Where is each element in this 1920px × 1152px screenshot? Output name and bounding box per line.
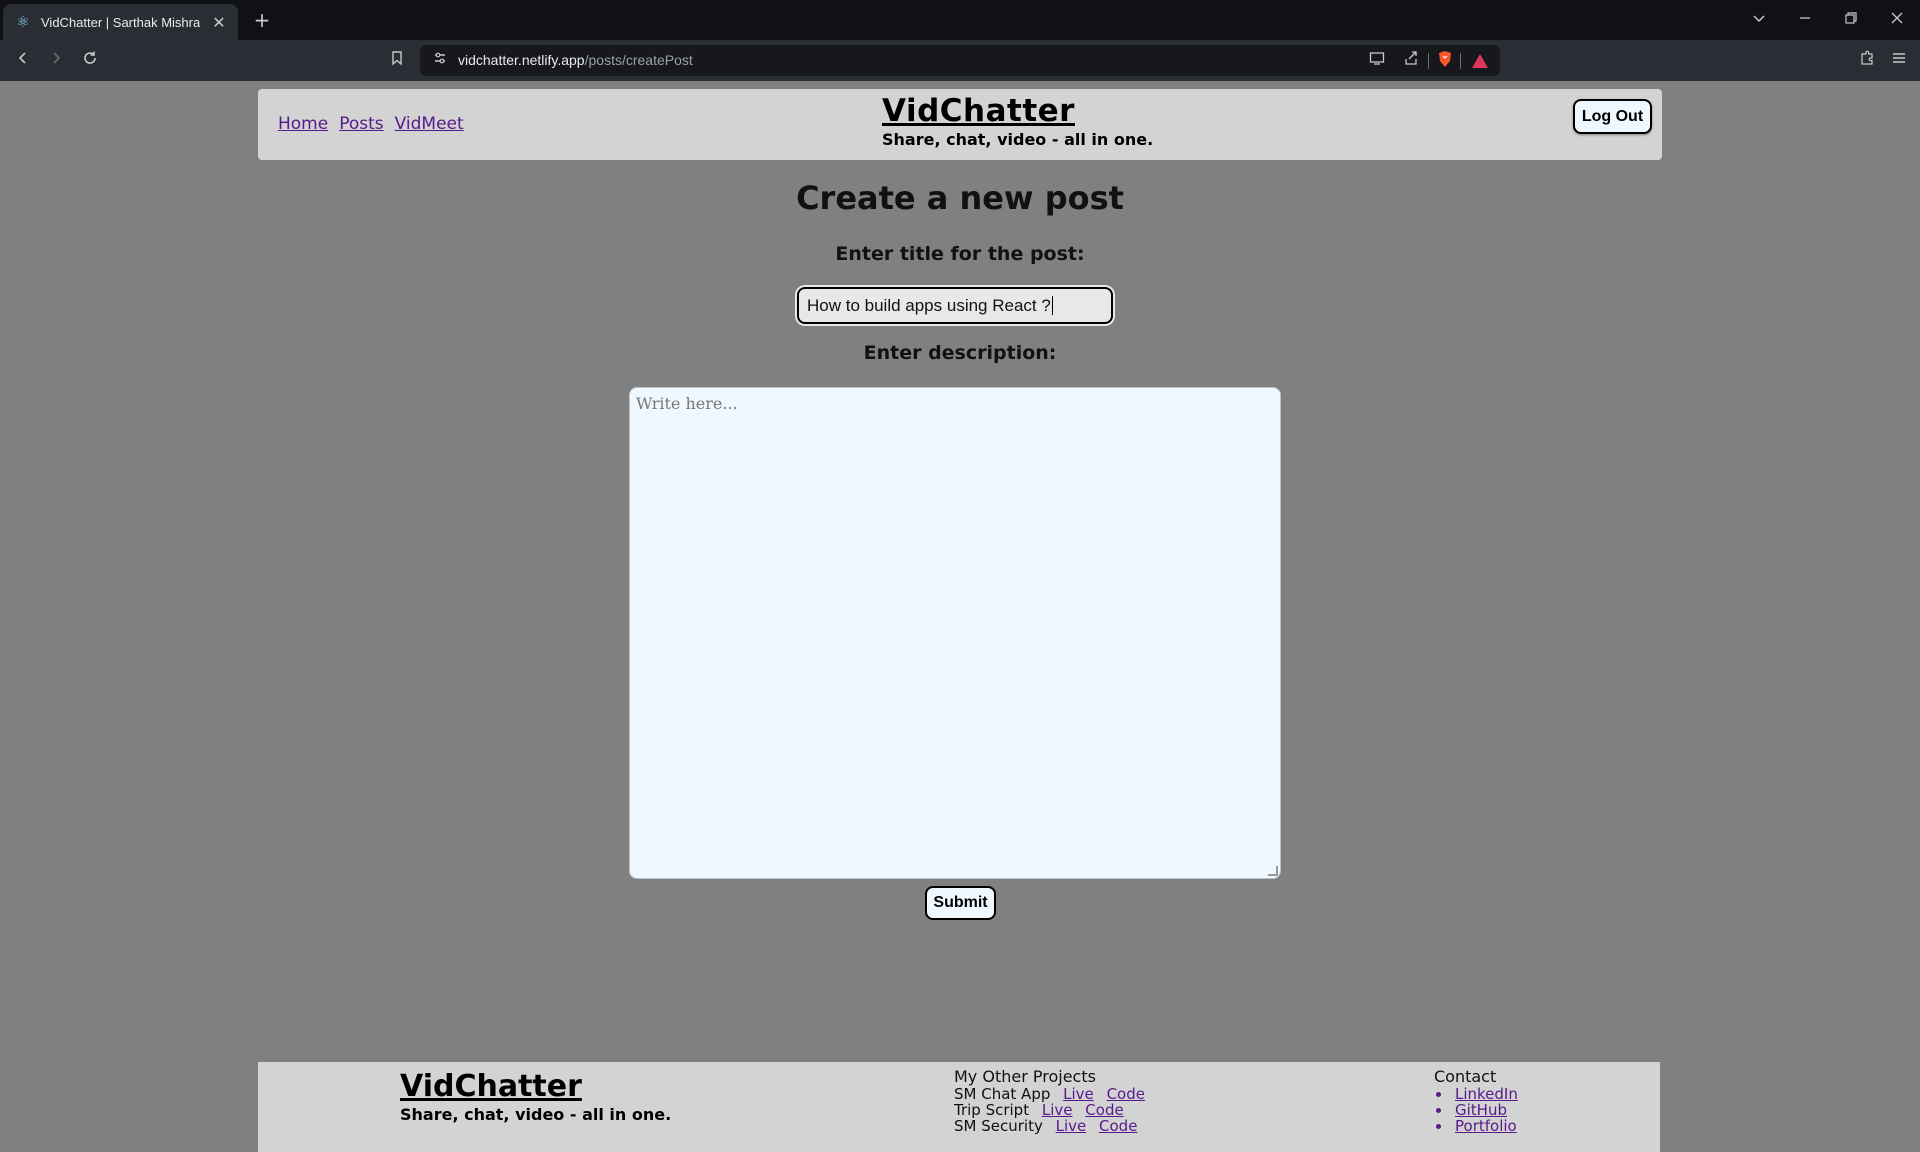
browser-toolbar: vidchatter.netlify.app/posts/createPost [0,40,1920,81]
resize-handle-icon[interactable] [1268,866,1278,876]
footer-brand-title[interactable]: VidChatter [400,1069,671,1105]
site-footer: VidChatter Share, chat, video - all in o… [258,1062,1660,1152]
footer-brand: VidChatter Share, chat, video - all in o… [400,1069,671,1124]
extensions-icon[interactable] [1854,48,1880,74]
description-placeholder: Write here... [636,394,738,413]
project-row: SM Security Live Code [954,1118,1145,1134]
text-caret [1051,296,1053,315]
site-header: Home Posts VidMeet VidChatter Share, cha… [258,89,1662,160]
description-label: Enter description: [863,342,1057,364]
forward-icon[interactable] [43,48,69,74]
chevron-down-icon[interactable] [1744,6,1774,34]
close-icon[interactable]: ✕ [210,13,228,32]
site-info-icon[interactable] [430,51,450,71]
projects-heading: My Other Projects [954,1067,1096,1086]
bookmark-icon[interactable] [384,48,410,74]
menu-icon[interactable] [1886,48,1912,74]
nav-home-link[interactable]: Home [278,114,328,134]
list-item: GitHub [1434,1102,1518,1118]
footer-brand-tagline: Share, chat, video - all in one. [400,1105,672,1124]
title-label: Enter title for the post: [835,243,1085,265]
nav-vidmeet-link[interactable]: VidMeet [395,114,464,134]
cast-icon[interactable] [1366,50,1388,72]
brave-rewards-icon[interactable] [1472,54,1488,68]
nav-posts-link[interactable]: Posts [339,114,383,134]
react-favicon-icon: ⚛ [16,13,30,31]
brand-title[interactable]: VidChatter [882,92,1153,130]
back-icon[interactable] [10,48,36,74]
submit-button[interactable]: Submit [925,886,996,920]
project-live-link[interactable]: Live [1056,1117,1087,1135]
tab-title: VidChatter | Sarthak Mishra [41,14,201,30]
restore-icon[interactable] [1836,6,1866,34]
contact-heading: Contact [1434,1067,1497,1086]
project-row: Trip Script Live Code [954,1102,1145,1118]
page-title: Create a new post [796,179,1124,217]
list-item: Portfolio [1434,1118,1518,1134]
reload-icon[interactable] [77,48,103,74]
share-icon[interactable] [1400,50,1422,72]
main-nav: Home Posts VidMeet [278,114,464,134]
brave-shield-icon[interactable] [1434,50,1456,72]
project-row: SM Chat App Live Code [954,1086,1145,1102]
separator [1428,53,1429,69]
list-item: LinkedIn [1434,1086,1518,1102]
separator [1460,53,1461,69]
close-window-icon[interactable] [1882,6,1912,34]
project-name: SM Security [954,1117,1043,1135]
logout-button[interactable]: Log Out [1573,99,1652,134]
site-brand: VidChatter Share, chat, video - all in o… [882,92,1153,149]
plus-icon[interactable]: + [250,8,274,32]
brand-tagline: Share, chat, video - all in one. [882,130,1154,149]
title-input[interactable]: How to build apps using React ? [797,287,1113,324]
tab-strip: ⚛ VidChatter | Sarthak Mishra ✕ + [0,0,1920,40]
address-bar[interactable]: vidchatter.netlify.app/posts/createPost [420,45,1500,76]
title-input-value: How to build apps using React ? [807,295,1051,315]
portfolio-link[interactable]: Portfolio [1455,1117,1517,1135]
minimize-icon[interactable] [1790,6,1820,34]
url-host: vidchatter.netlify.app [458,52,585,68]
browser-tab[interactable]: ⚛ VidChatter | Sarthak Mishra ✕ [3,4,238,40]
url-path: /posts/createPost [584,52,693,68]
project-code-link[interactable]: Code [1099,1117,1137,1135]
footer-contact: Contact LinkedIn GitHub Portfolio [1434,1067,1518,1135]
url-text: vidchatter.netlify.app/posts/createPost [458,52,693,68]
page-content: Home Posts VidMeet VidChatter Share, cha… [0,81,1920,1152]
contact-list: LinkedIn GitHub Portfolio [1434,1086,1518,1134]
description-textarea[interactable]: Write here... [629,387,1281,879]
footer-projects: My Other Projects SM Chat App Live Code … [954,1067,1145,1135]
